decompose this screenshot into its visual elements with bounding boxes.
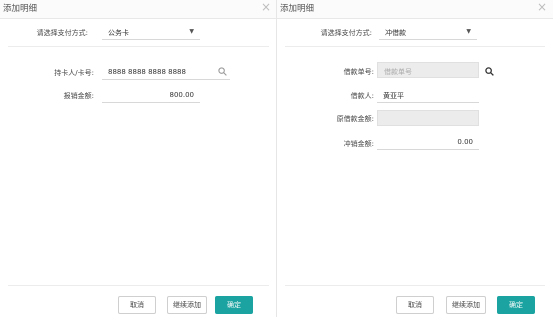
divider bbox=[8, 46, 269, 47]
offset-amount-field[interactable]: 0.00 bbox=[377, 134, 479, 150]
screen: 添加明细 × 请选择支付方式: 公务卡 ▼ 持卡人/卡号: 8888 8888 … bbox=[0, 0, 553, 317]
original-loan-amount-field[interactable] bbox=[377, 110, 479, 126]
cancel-button[interactable]: 取消 bbox=[118, 296, 156, 314]
continue-add-button[interactable]: 继续添加 bbox=[167, 296, 207, 314]
payment-method-label: 请选择支付方式: bbox=[320, 29, 372, 37]
continue-add-button[interactable]: 继续添加 bbox=[446, 296, 486, 314]
payment-method-label: 请选择支付方式: bbox=[36, 29, 88, 37]
offset-amount-label: 冲销金额: bbox=[343, 140, 374, 148]
payment-method-value: 公务卡 bbox=[108, 29, 129, 37]
search-icon[interactable] bbox=[218, 67, 227, 76]
borrower-value: 黄亚平 bbox=[383, 92, 404, 100]
chevron-down-icon: ▼ bbox=[189, 28, 194, 35]
footer-divider bbox=[285, 285, 545, 286]
payment-method-select[interactable]: 公务卡 ▼ bbox=[102, 24, 200, 40]
add-detail-dialog-loan: 添加明细 × 请选择支付方式: 冲借款 ▼ 借款单号: 借款单号 借款人: 黄亚… bbox=[277, 0, 553, 317]
search-icon[interactable] bbox=[485, 67, 494, 76]
dialog-title: 添加明细 bbox=[3, 4, 38, 14]
cancel-button[interactable]: 取消 bbox=[396, 296, 434, 314]
reimburse-amount-label: 报销金额: bbox=[63, 92, 94, 100]
offset-amount-value: 0.00 bbox=[457, 138, 473, 146]
card-number-field[interactable]: 8888 8888 8888 8888 bbox=[102, 64, 230, 80]
confirm-button[interactable]: 确定 bbox=[497, 296, 535, 314]
card-holder-label: 持卡人/卡号: bbox=[54, 69, 94, 77]
reimburse-amount-field[interactable]: 800.00 bbox=[102, 87, 200, 103]
borrower-field[interactable]: 黄亚平 bbox=[377, 87, 479, 103]
loan-number-field[interactable]: 借款单号 bbox=[377, 62, 479, 78]
close-icon[interactable]: × bbox=[261, 0, 271, 14]
dialog-header: 添加明细 × bbox=[0, 0, 277, 19]
loan-number-label: 借款单号: bbox=[343, 68, 374, 76]
payment-method-value: 冲借款 bbox=[385, 29, 406, 37]
close-icon[interactable]: × bbox=[537, 0, 547, 14]
dialog-header: 添加明细 × bbox=[277, 0, 553, 19]
confirm-button[interactable]: 确定 bbox=[215, 296, 253, 314]
add-detail-dialog-card: 添加明细 × 请选择支付方式: 公务卡 ▼ 持卡人/卡号: 8888 8888 … bbox=[0, 0, 277, 317]
chevron-down-icon: ▼ bbox=[466, 28, 471, 35]
reimburse-amount-value: 800.00 bbox=[169, 91, 195, 99]
dialog-title: 添加明细 bbox=[280, 4, 315, 14]
card-number-value: 8888 8888 8888 8888 bbox=[108, 68, 186, 76]
payment-method-select[interactable]: 冲借款 ▼ bbox=[379, 24, 477, 40]
original-loan-amount-label: 原借款金额: bbox=[336, 115, 374, 123]
divider bbox=[285, 46, 545, 47]
loan-number-placeholder: 借款单号 bbox=[384, 68, 412, 76]
footer-divider bbox=[8, 285, 269, 286]
borrower-label: 借款人: bbox=[350, 92, 374, 100]
